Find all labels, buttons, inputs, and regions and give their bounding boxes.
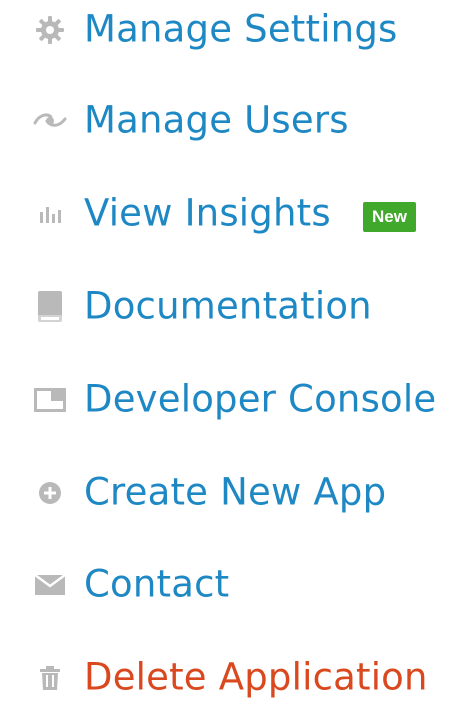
menu-item-documentation[interactable]: Documentation [0, 277, 459, 337]
menu-item-label: Documentation [84, 284, 372, 328]
menu-item-manage-users[interactable]: Manage Users [0, 91, 459, 151]
menu-item-label: Contact [84, 562, 230, 606]
gear-icon [30, 10, 70, 50]
app-actions-menu: Manage Settings Manage Users View Insigh… [0, 0, 459, 702]
envelope-icon [30, 565, 70, 605]
users-icon [30, 101, 70, 141]
trash-icon [30, 658, 70, 698]
menu-item-label: Manage Users [84, 98, 349, 142]
menu-item-view-insights[interactable]: View Insights New [0, 184, 459, 244]
new-badge: New [363, 202, 416, 232]
menu-item-label: Delete Application [84, 655, 428, 699]
console-icon [30, 380, 70, 420]
menu-item-manage-settings[interactable]: Manage Settings [0, 0, 459, 60]
menu-item-label: Manage Settings [84, 7, 398, 51]
menu-item-delete-application[interactable]: Delete Application [0, 648, 459, 708]
menu-item-contact[interactable]: Contact [0, 555, 459, 615]
book-icon [30, 287, 70, 327]
menu-item-label: View Insights [84, 191, 331, 235]
menu-item-label: Developer Console [84, 377, 437, 421]
plus-circle-icon [30, 473, 70, 513]
menu-item-developer-console[interactable]: Developer Console [0, 370, 459, 430]
menu-item-create-new-app[interactable]: Create New App [0, 463, 459, 523]
bar-chart-icon [30, 194, 70, 234]
menu-item-label: Create New App [84, 470, 387, 514]
